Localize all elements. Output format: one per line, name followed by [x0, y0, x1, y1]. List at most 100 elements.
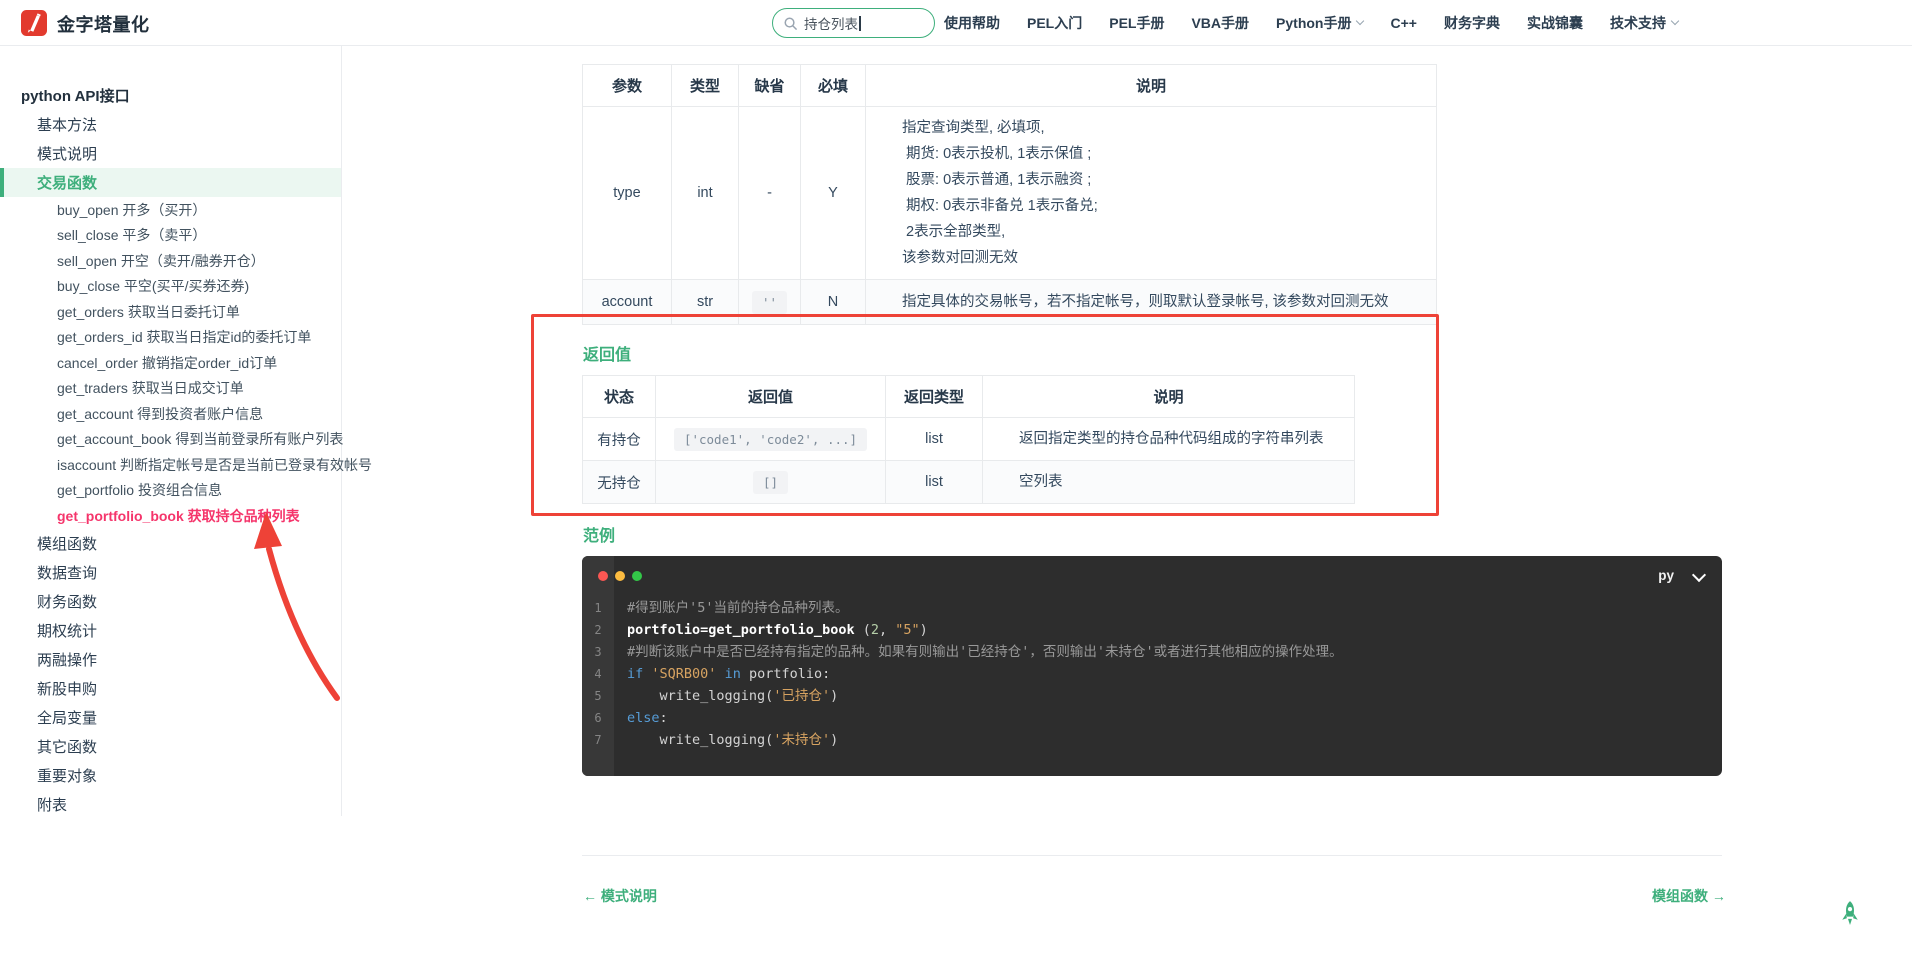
default-value-chip: '' — [751, 290, 788, 314]
nav-label: 财务字典 — [1443, 15, 1500, 31]
nav-link-5[interactable]: Python手册 — [1276, 13, 1365, 33]
sidebar-item[interactable]: buy_open 开多（买开） — [0, 197, 341, 223]
cell-description: 返回指定类型的持仓品种代码组成的字符串列表 — [982, 417, 1355, 461]
sidebar-item[interactable]: 模式说明 — [0, 139, 341, 168]
line-number: 7 — [594, 733, 602, 747]
code-line: 5 write_logging('已持仓') — [582, 685, 1722, 707]
search-value: 持仓列表 — [804, 17, 858, 32]
code-language-badge: py — [1658, 568, 1674, 583]
minimize-dot-icon — [615, 571, 625, 581]
cell-return-value: [] — [655, 460, 886, 504]
nav-label: 使用帮助 — [944, 15, 1000, 31]
table-row: type int - Y 指定查询类型, 必填项, 期货: 0表示投机, 1表示保值 ;… — [582, 106, 1437, 280]
sidebar-nav: python API接口 基本方法 模式说明 交易函数 buy_open 开多（买开） s… — [0, 46, 372, 819]
code-text: write_logging('已持仓') — [627, 688, 839, 704]
nav-link-1[interactable]: 使用帮助 — [944, 13, 1000, 33]
sidebar-item[interactable]: 数据查询 — [0, 558, 341, 587]
line-number: 2 — [594, 623, 602, 637]
nav-label: 技术支持 — [1609, 15, 1666, 31]
returns-heading: 返回值 — [583, 347, 632, 364]
nav-link-6[interactable]: C++ — [1390, 15, 1416, 31]
sidebar-item[interactable]: sell_close 平多（卖平） — [0, 223, 341, 249]
column-header: 缺省 — [738, 64, 801, 107]
nav-label: PEL手册 — [1109, 15, 1165, 31]
returns-table: 状态 返回值 返回类型 说明 有持仓 ['code1', 'code2', ...] li… — [582, 375, 1355, 504]
code-line: 6 else: — [582, 707, 1722, 729]
sidebar-item[interactable]: 重要对象 — [0, 761, 341, 790]
cell-type: int — [671, 106, 739, 280]
footer-divider — [582, 855, 1722, 856]
code-text: else: — [627, 710, 668, 726]
sidebar-item[interactable]: 期权统计 — [0, 616, 341, 645]
back-to-top-rocket-icon[interactable] — [1834, 899, 1866, 931]
code-body: 1 #得到账户'5'当前的持仓品种列表。 2 portfolio=get_portfo… — [582, 597, 1722, 751]
parameters-table: 参数 类型 缺省 必填 说明 type int - Y 指定查询类型, 必填项, 期货: 0表示… — [582, 64, 1437, 325]
line-number: 3 — [594, 645, 602, 659]
sidebar-item[interactable]: 交易函数 — [0, 168, 341, 197]
cell-status: 有持仓 — [582, 417, 656, 461]
cell-required: N — [800, 279, 866, 325]
cell-required: Y — [800, 106, 866, 280]
collapse-chevron-icon[interactable] — [1691, 567, 1707, 583]
cell-return-value: ['code1', 'code2', ...] — [655, 417, 886, 461]
line-number: 6 — [594, 711, 602, 725]
column-header: 返回类型 — [885, 375, 983, 418]
sidebar-item[interactable]: 财务函数 — [0, 587, 341, 616]
nav-link-7[interactable]: 财务字典 — [1444, 13, 1500, 33]
sidebar-item[interactable]: cancel_order 撤销指定order_id订单 — [0, 350, 341, 376]
sidebar-item[interactable]: get_account_book 得到当前登录所有账户列表 — [0, 427, 343, 453]
sidebar-item[interactable]: get_portfolio_book 获取持仓品种列表 — [0, 503, 341, 529]
column-header: 状态 — [582, 375, 656, 418]
sidebar-item[interactable]: 新股申购 — [0, 674, 341, 703]
sidebar-item[interactable]: 基本方法 — [0, 110, 341, 139]
sidebar-item[interactable]: 附表 — [0, 790, 341, 819]
nav-link-8[interactable]: 实战锦囊 — [1527, 13, 1583, 33]
sidebar-item[interactable]: 模组函数 — [0, 529, 341, 558]
close-dot-icon — [598, 571, 608, 581]
sidebar-item[interactable]: get_account 得到投资者账户信息 — [0, 401, 341, 427]
nav-link-3[interactable]: PEL手册 — [1109, 13, 1164, 33]
sidebar-item[interactable]: get_orders_id 获取当日指定id的委托订单 — [0, 325, 341, 351]
prev-page-link[interactable]: ← 模式说明 — [583, 886, 657, 906]
nav-label: VBA手册 — [1191, 15, 1250, 31]
search-icon — [784, 17, 797, 30]
code-line: 4 if 'SQRB00' in portfolio: — [582, 663, 1722, 685]
sidebar-item[interactable]: sell_open 开空（卖开/融券开仓） — [0, 248, 341, 274]
nav-label: 实战锦囊 — [1526, 15, 1583, 31]
chevron-down-icon — [1356, 16, 1365, 26]
sidebar-item[interactable]: 其它函数 — [0, 732, 341, 761]
cell-return-type: list — [885, 417, 983, 461]
sidebar-item[interactable]: buy_close 平空(买平/买券还券) — [0, 274, 341, 300]
app-logo[interactable] — [21, 10, 47, 36]
nav-link-2[interactable]: PEL入门 — [1027, 13, 1082, 33]
sidebar-item[interactable]: get_orders 获取当日委托订单 — [0, 299, 341, 325]
column-header: 参数 — [582, 64, 672, 107]
sidebar-item[interactable]: python API接口 — [0, 80, 341, 110]
line-number: 5 — [594, 689, 602, 703]
table-header-row: 参数 类型 缺省 必填 说明 — [582, 64, 1437, 107]
next-page-link[interactable]: 模组函数 → — [1652, 886, 1726, 906]
column-header: 必填 — [800, 64, 866, 107]
search-input[interactable]: 持仓列表 — [772, 8, 935, 38]
cell-param: type — [582, 106, 672, 280]
nav-label: PEL入门 — [1027, 15, 1083, 31]
code-text: if 'SQRB00' in portfolio: — [627, 666, 831, 682]
sidebar-item[interactable]: get_traders 获取当日成交订单 — [0, 376, 341, 402]
sidebar-item[interactable]: get_portfolio 投资组合信息 — [0, 478, 341, 504]
top-header: 金字塔量化 持仓列表 使用帮助 PEL入门 PEL手册 VBA手册 Python手册 C+… — [0, 0, 1912, 46]
sidebar-item[interactable]: 两融操作 — [0, 645, 341, 674]
nav-link-4[interactable]: VBA手册 — [1191, 13, 1249, 33]
nav-link-9[interactable]: 技术支持 — [1609, 13, 1680, 33]
line-number: 1 — [594, 601, 602, 615]
cell-type: str — [671, 279, 739, 325]
code-line: 7 write_logging('未持仓') — [582, 729, 1722, 751]
sidebar-item[interactable]: isaccount 判断指定帐号是否是当前已登录有效帐号 — [0, 452, 372, 478]
return-value-chip: ['code1', 'code2', ...] — [673, 427, 868, 451]
column-header: 说明 — [865, 64, 1437, 107]
nav-label: C++ — [1390, 15, 1417, 31]
column-header: 说明 — [982, 375, 1355, 418]
code-text: #判断该账户中是否已经持有指定的品种。如果有则输出'已经持仓'，否则输出'未持仓… — [627, 644, 1343, 660]
text-caret — [859, 15, 861, 31]
table-row: account str '' N 指定具体的交易帐号，若不指定帐号，则取默认登录帐号, … — [582, 279, 1437, 325]
sidebar-item[interactable]: 全局变量 — [0, 703, 341, 732]
